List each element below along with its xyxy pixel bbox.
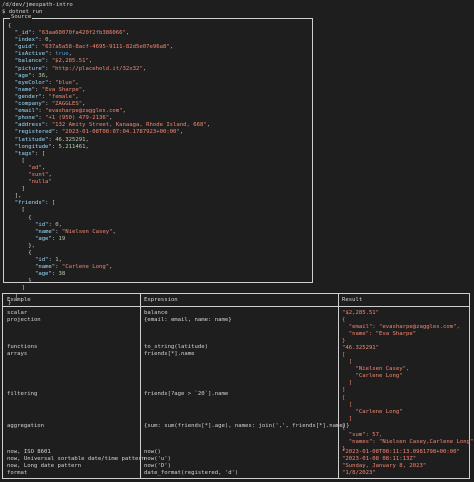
source-json-code: { "_id": "63aa60070fa420f2fb386066", "in… bbox=[8, 23, 211, 306]
result-cell: [ [ "Nielsen Casey", "Carlene Long" ] ] bbox=[342, 352, 410, 394]
header-divider bbox=[3, 306, 469, 307]
column-divider bbox=[338, 294, 339, 478]
result-cell: "2023-01-08T08:11:13.0981798+00:00" "202… bbox=[342, 449, 460, 477]
source-panel: Source { "_id": "63aa60070fa420f2fb38606… bbox=[3, 14, 313, 306]
example-cell: scalar projection bbox=[7, 310, 41, 324]
source-panel-title: Source bbox=[10, 14, 33, 22]
expression-cell: {sum: sum(friends[*].age), names: join('… bbox=[144, 423, 350, 429]
header-example: Example bbox=[7, 297, 31, 303]
result-cell: "$2,285.51" { "email": "evasharpe@zaggle… bbox=[342, 310, 460, 352]
header-expression: Expression bbox=[144, 297, 178, 303]
example-cell: now, ISO 8601 now, Universal sortable da… bbox=[7, 449, 146, 477]
expression-cell: to_string(latitude) friends[*].name bbox=[144, 344, 208, 358]
example-cell: functions arrays bbox=[7, 344, 38, 358]
expression-cell: now() now('u') now('D') date_format(regi… bbox=[144, 449, 239, 477]
expression-cell: balance {email: email, name: name} bbox=[144, 310, 232, 324]
expression-cell: friends[?age > `20`].name bbox=[144, 391, 229, 397]
examples-table: Example Expression Result scalar project… bbox=[2, 293, 473, 479]
header-result: Result bbox=[342, 297, 363, 303]
example-cell: filtering bbox=[7, 391, 38, 397]
example-cell: aggregation bbox=[7, 423, 45, 429]
